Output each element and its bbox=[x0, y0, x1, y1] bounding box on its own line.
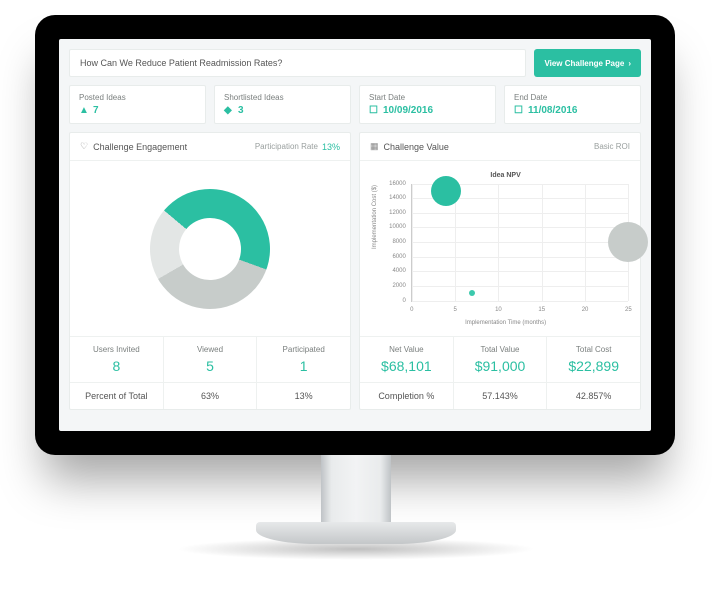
engagement-donut-chart bbox=[125, 164, 294, 333]
bubble-large-grey bbox=[608, 222, 648, 262]
view-challenge-button[interactable]: View Challenge Page › bbox=[534, 49, 641, 77]
xtick-label: 10 bbox=[495, 307, 502, 313]
viewed-pct-cell: 63% bbox=[163, 383, 257, 409]
monitor-stand-base bbox=[256, 522, 456, 544]
total-value-cell: Total Value $91,000 bbox=[453, 337, 547, 382]
shortlisted-label: Shortlisted Ideas bbox=[224, 93, 341, 102]
page-title-card: How Can We Reduce Patient Readmission Ra… bbox=[69, 49, 526, 77]
shortlisted-card: Shortlisted Ideas ◆ 3 bbox=[214, 85, 351, 124]
start-date-label: Start Date bbox=[369, 93, 486, 102]
completion-label-cell: Completion % bbox=[360, 383, 453, 409]
stats-row: Posted Ideas ▲ 7 Shortlisted Ideas ◆ 3 Sta… bbox=[69, 85, 641, 124]
value-metrics-row: Net Value $68,101 Total Value $91,000 To… bbox=[360, 336, 640, 382]
xtick-label: 0 bbox=[410, 307, 413, 313]
bubble-large-teal bbox=[431, 176, 461, 206]
grid-icon: ▦ bbox=[370, 141, 379, 152]
ytick-label: 14000 bbox=[386, 195, 406, 201]
net-value-value: $68,101 bbox=[364, 358, 449, 374]
total-cost-label: Total Cost bbox=[551, 345, 636, 354]
participated-pct-cell: 13% bbox=[256, 383, 350, 409]
view-challenge-label: View Challenge Page bbox=[544, 59, 624, 68]
panels-row: ♡ Challenge Engagement Participation Rat… bbox=[69, 132, 641, 410]
net-value-label: Net Value bbox=[364, 345, 449, 354]
viewed-pct-value: 63% bbox=[168, 391, 253, 401]
total-cost-value: $22,899 bbox=[551, 358, 636, 374]
ytick-label: 2000 bbox=[386, 283, 406, 289]
viewed-label: Viewed bbox=[168, 345, 253, 354]
completion-label: Completion % bbox=[364, 391, 449, 401]
value-title: Challenge Value bbox=[384, 142, 449, 152]
participation-rate-label: Participation Rate bbox=[255, 142, 318, 151]
engagement-metrics-row: Users Invited 8 Viewed 5 Participated 1 bbox=[70, 336, 350, 382]
calendar-icon: ☐ bbox=[514, 105, 524, 116]
value-panel: ▦ Challenge Value Basic ROI Idea NPV 020… bbox=[359, 132, 641, 410]
posted-ideas-value: 7 bbox=[93, 105, 99, 116]
ytick-label: 8000 bbox=[386, 239, 406, 245]
ytick-label: 6000 bbox=[386, 254, 406, 260]
posted-ideas-label: Posted Ideas bbox=[79, 93, 196, 102]
ytick-label: 12000 bbox=[386, 210, 406, 216]
completion-cost-value: 42.857% bbox=[551, 391, 636, 401]
percent-of-total-cell: Percent of Total bbox=[70, 383, 163, 409]
total-value-label: Total Value bbox=[458, 345, 543, 354]
total-cost-cell: Total Cost $22,899 bbox=[546, 337, 640, 382]
participated-value: 1 bbox=[261, 358, 346, 374]
viewed-cell: Viewed 5 bbox=[163, 337, 257, 382]
chevron-right-icon: › bbox=[628, 59, 631, 68]
net-value-cell: Net Value $68,101 bbox=[360, 337, 453, 382]
monitor-frame: How Can We Reduce Patient Readmission Ra… bbox=[35, 15, 675, 455]
participated-cell: Participated 1 bbox=[256, 337, 350, 382]
chart-ylabel: Implementation Cost ($) bbox=[372, 184, 378, 248]
users-invited-value: 8 bbox=[74, 358, 159, 374]
header-row: How Can We Reduce Patient Readmission Ra… bbox=[69, 49, 641, 77]
xtick-label: 5 bbox=[453, 307, 456, 313]
bookmark-icon: ◆ bbox=[224, 105, 234, 116]
viewed-value: 5 bbox=[168, 358, 253, 374]
xtick-label: 25 bbox=[625, 307, 632, 313]
engagement-panel: ♡ Challenge Engagement Participation Rat… bbox=[69, 132, 351, 410]
chart-title: Idea NPV bbox=[490, 172, 520, 179]
bubble-chart: Idea NPV 0200040006000800010000120001400… bbox=[377, 172, 635, 326]
start-date-value: 10/09/2016 bbox=[383, 105, 433, 116]
total-value-value: $91,000 bbox=[458, 358, 543, 374]
chart-plot-area: 0200040006000800010000120001400016000051… bbox=[411, 184, 629, 302]
participated-pct-value: 13% bbox=[261, 391, 346, 401]
ytick-label: 10000 bbox=[386, 224, 406, 230]
xtick-label: 20 bbox=[582, 307, 589, 313]
ytick-label: 16000 bbox=[386, 181, 406, 187]
percent-of-total-label: Percent of Total bbox=[74, 391, 159, 401]
calendar-icon: ☐ bbox=[369, 105, 379, 116]
completion-total-cell: 57.143% bbox=[453, 383, 547, 409]
heart-icon: ♡ bbox=[80, 141, 88, 152]
engagement-header: ♡ Challenge Engagement Participation Rat… bbox=[70, 133, 350, 161]
end-date-card: End Date ☐ 11/08/2016 bbox=[504, 85, 641, 124]
participation-rate-value: 13% bbox=[322, 142, 340, 152]
chart-xlabel: Implementation Time (months) bbox=[465, 320, 546, 326]
bubble-small-teal bbox=[469, 290, 475, 296]
posted-ideas-card: Posted Ideas ▲ 7 bbox=[69, 85, 206, 124]
value-sublabel: Basic ROI bbox=[594, 142, 630, 151]
users-invited-cell: Users Invited 8 bbox=[70, 337, 163, 382]
completion-cost-cell: 42.857% bbox=[546, 383, 640, 409]
engagement-title: Challenge Engagement bbox=[93, 142, 187, 152]
start-date-card: Start Date ☐ 10/09/2016 bbox=[359, 85, 496, 124]
end-date-value: 11/08/2016 bbox=[528, 105, 578, 116]
value-body: Idea NPV 0200040006000800010000120001400… bbox=[360, 161, 640, 336]
ytick-label: 0 bbox=[386, 298, 406, 304]
xtick-label: 15 bbox=[538, 307, 545, 313]
engagement-body bbox=[70, 161, 350, 336]
users-invited-label: Users Invited bbox=[74, 345, 159, 354]
end-date-label: End Date bbox=[514, 93, 631, 102]
completion-total-value: 57.143% bbox=[458, 391, 543, 401]
screen: How Can We Reduce Patient Readmission Ra… bbox=[59, 39, 651, 431]
ytick-label: 4000 bbox=[386, 268, 406, 274]
participated-label: Participated bbox=[261, 345, 346, 354]
engagement-percent-row: Percent of Total 63% 13% bbox=[70, 382, 350, 409]
user-icon: ▲ bbox=[79, 105, 89, 116]
value-header: ▦ Challenge Value Basic ROI bbox=[360, 133, 640, 161]
completion-row: Completion % 57.143% 42.857% bbox=[360, 382, 640, 409]
page-title: How Can We Reduce Patient Readmission Ra… bbox=[80, 58, 282, 68]
shortlisted-value: 3 bbox=[238, 105, 244, 116]
